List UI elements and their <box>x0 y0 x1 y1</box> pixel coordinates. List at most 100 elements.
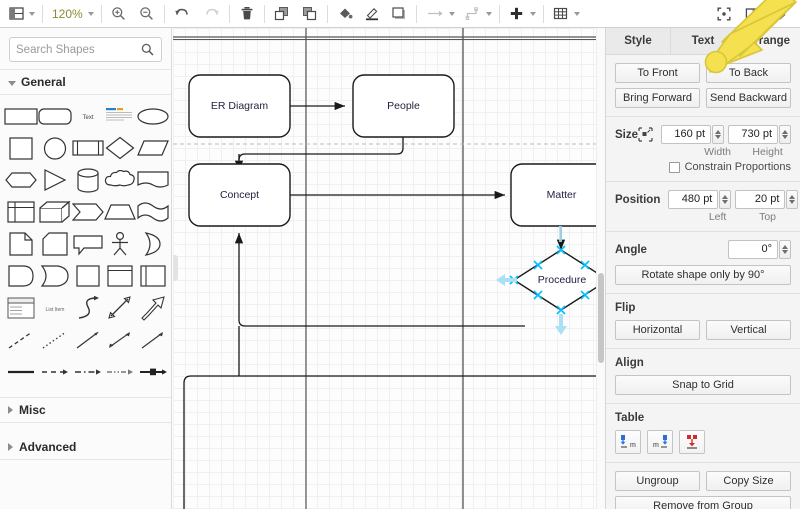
canvas-scrollbar-thumb[interactable] <box>597 273 604 363</box>
delete-icon[interactable] <box>237 3 257 25</box>
shape-cube[interactable] <box>38 197 72 227</box>
to-back-button[interactable]: To Back <box>706 63 791 83</box>
insert-column-left-icon[interactable]: m <box>615 430 641 454</box>
shape-directional-connector[interactable] <box>136 325 170 355</box>
shape-delay[interactable] <box>38 261 72 291</box>
shape-actor[interactable] <box>104 229 136 259</box>
shape-cylinder[interactable] <box>72 165 104 195</box>
shape-circle[interactable] <box>38 133 72 163</box>
shape-process[interactable] <box>72 133 104 163</box>
flip-vertical-button[interactable]: Vertical <box>706 320 791 340</box>
height-stepper[interactable]: 730 pt <box>728 125 792 144</box>
insert-plus-icon[interactable] <box>507 3 527 25</box>
shape-bidirectional-connector[interactable] <box>104 325 136 355</box>
shape-bidirectional-arrow[interactable] <box>104 293 136 323</box>
table-dropdown-caret[interactable] <box>573 11 580 16</box>
table-icon[interactable] <box>551 3 571 25</box>
shape-horizontal-container[interactable] <box>136 261 170 291</box>
shape-ellipse[interactable] <box>136 101 170 131</box>
shape-list-item[interactable]: List Item <box>38 293 72 323</box>
view-dropdown-caret[interactable] <box>29 11 35 16</box>
shape-dash-dot-arrow[interactable] <box>72 357 104 387</box>
view-layers-icon[interactable] <box>6 3 26 25</box>
connection-arrow-icon[interactable] <box>424 3 446 25</box>
shape-document[interactable] <box>136 165 170 195</box>
shape-dotted-line[interactable] <box>38 325 72 355</box>
waypoints-dropdown-caret[interactable] <box>485 11 492 16</box>
canvas-vertical-scrollbar[interactable] <box>596 28 605 509</box>
width-spin-buttons[interactable] <box>712 125 725 144</box>
line-color-icon[interactable] <box>362 3 382 25</box>
top-stepper[interactable]: 20 pt <box>735 190 799 209</box>
tab-text[interactable]: Text <box>671 28 736 55</box>
insert-column-right-icon[interactable]: m <box>647 430 673 454</box>
shape-line[interactable] <box>4 357 38 387</box>
shape-tape[interactable] <box>136 197 170 227</box>
width-input[interactable]: 160 pt <box>661 125 712 144</box>
constrain-proportions-checkbox[interactable] <box>668 161 680 173</box>
copy-size-button[interactable]: Copy Size <box>706 471 791 491</box>
sidebar-section-advanced[interactable]: Advanced <box>0 434 171 460</box>
shape-hexagon[interactable] <box>4 165 38 195</box>
redo-icon[interactable] <box>202 3 222 25</box>
shape-note[interactable] <box>4 229 38 259</box>
search-input[interactable] <box>10 38 140 61</box>
angle-input[interactable]: 0° <box>728 240 778 259</box>
diagram-canvas[interactable]: ER Diagram People Concept Matter Procedu… <box>173 28 605 509</box>
tab-arrange[interactable]: Arrange <box>736 28 800 55</box>
shape-or[interactable] <box>136 229 170 259</box>
zoom-dropdown-caret[interactable] <box>87 11 94 16</box>
bring-forward-button[interactable]: Bring Forward <box>615 88 700 108</box>
shadow-icon[interactable] <box>389 3 409 25</box>
shape-display[interactable] <box>72 261 104 291</box>
shape-arrow[interactable] <box>136 293 170 323</box>
format-panel-toggle-icon[interactable] <box>742 3 762 25</box>
search-icon[interactable] <box>141 43 154 59</box>
left-input[interactable]: 480 pt <box>668 190 719 209</box>
zoom-level-label[interactable]: 120% <box>50 7 85 21</box>
fill-color-icon[interactable] <box>335 3 355 25</box>
rotate-shape-button[interactable]: Rotate shape only by 90° <box>615 265 791 285</box>
sidebar-section-general[interactable]: General <box>0 69 171 95</box>
shape-dash-dot-dot-arrow[interactable] <box>104 357 136 387</box>
flip-horizontal-button[interactable]: Horizontal <box>615 320 700 340</box>
shape-callout[interactable] <box>72 229 104 259</box>
top-input[interactable]: 20 pt <box>735 190 786 209</box>
send-backward-button[interactable]: Send Backward <box>706 88 791 108</box>
to-back-icon[interactable] <box>300 3 320 25</box>
shape-diamond[interactable] <box>104 133 136 163</box>
left-spin-buttons[interactable] <box>719 190 732 209</box>
shape-parallelogram[interactable] <box>136 133 170 163</box>
undo-icon[interactable] <box>172 3 192 25</box>
shape-rounded-rectangle[interactable] <box>38 101 72 131</box>
constrain-proportions-row[interactable]: Constrain Proportions <box>615 161 791 173</box>
search-shapes-box[interactable] <box>9 37 162 62</box>
angle-stepper[interactable]: 0° <box>728 240 791 259</box>
sidebar-collapse-handle[interactable] <box>173 255 178 281</box>
left-stepper[interactable]: 480 pt <box>668 190 732 209</box>
shape-internal-storage[interactable] <box>4 197 38 227</box>
shape-cloud[interactable] <box>104 165 136 195</box>
sidebar-section-misc[interactable]: Misc <box>0 397 171 423</box>
fullscreen-icon[interactable] <box>714 3 734 25</box>
angle-spin-buttons[interactable] <box>779 240 791 259</box>
connection-dropdown-caret[interactable] <box>448 11 455 16</box>
shape-dashed-arrow[interactable] <box>38 357 72 387</box>
to-front-icon[interactable] <box>272 3 292 25</box>
shape-link[interactable] <box>72 325 104 355</box>
zoom-out-icon[interactable] <box>137 3 157 25</box>
shape-triangle[interactable] <box>38 165 72 195</box>
shape-bidirectional-bar-arrow[interactable] <box>136 357 170 387</box>
shape-square[interactable] <box>4 133 38 163</box>
shape-dashed-line[interactable] <box>4 325 38 355</box>
insert-dropdown-caret[interactable] <box>529 11 536 16</box>
shape-vertical-container[interactable] <box>104 261 136 291</box>
zoom-in-icon[interactable] <box>109 3 129 25</box>
shape-step[interactable] <box>72 197 104 227</box>
shape-text[interactable]: Text <box>72 101 104 131</box>
collapse-chevron-down-icon[interactable] <box>770 3 790 25</box>
waypoints-icon[interactable] <box>463 3 483 25</box>
top-spin-buttons[interactable] <box>786 190 799 209</box>
shape-data-storage[interactable] <box>4 261 38 291</box>
shape-list[interactable] <box>4 293 38 323</box>
